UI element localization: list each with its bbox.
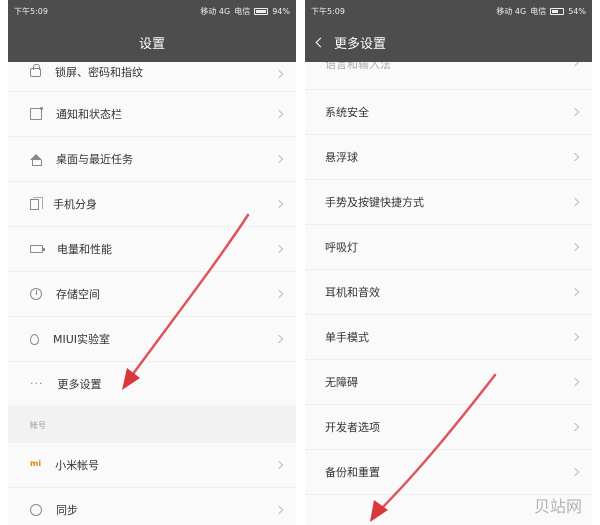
- watermark: 贝站网: [533, 497, 582, 516]
- arrow-to-more-settings: [128, 213, 250, 380]
- annotation-arrows: [122, 213, 497, 522]
- arrow-to-bottom: [376, 373, 497, 514]
- arrow-head-left-icon: [122, 368, 140, 390]
